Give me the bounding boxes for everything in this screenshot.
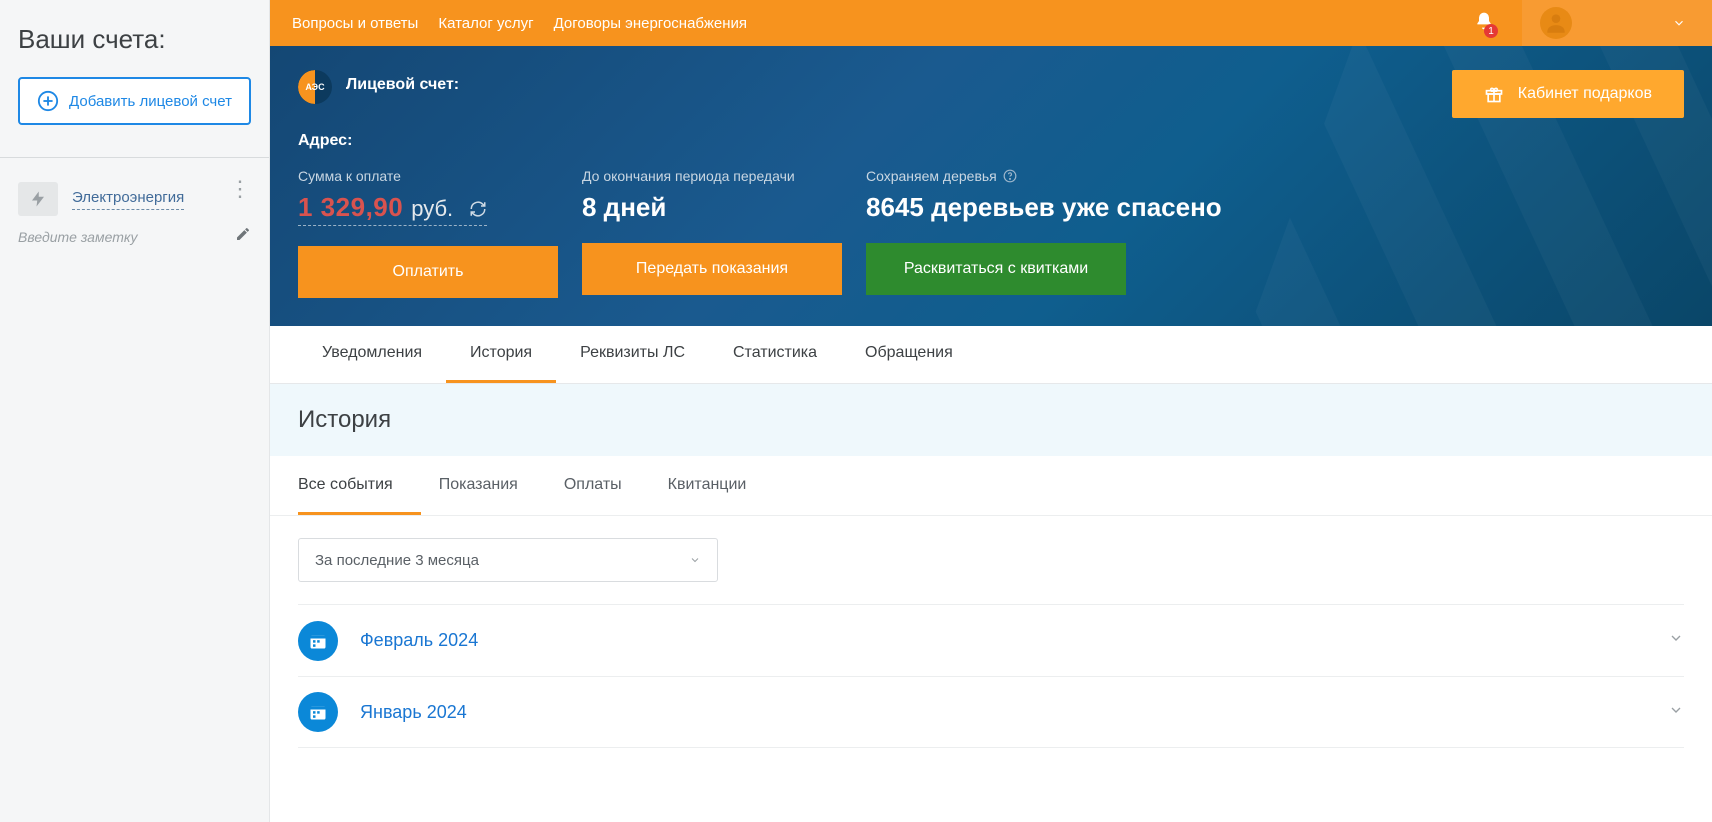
month-row[interactable]: Февраль 2024 bbox=[298, 604, 1684, 676]
topbar-link-catalog[interactable]: Каталог услуг bbox=[438, 15, 533, 32]
user-icon bbox=[1543, 10, 1569, 36]
avatar bbox=[1540, 7, 1572, 39]
trees-label: Сохраняем деревья bbox=[866, 168, 1684, 184]
plus-circle-icon bbox=[37, 90, 59, 112]
tab-statistics[interactable]: Статистика bbox=[709, 326, 841, 383]
days-label: До окончания периода передачи bbox=[582, 168, 866, 184]
subtab-all[interactable]: Все события bbox=[298, 456, 421, 515]
pencil-icon bbox=[235, 226, 251, 242]
month-label: Январь 2024 bbox=[360, 702, 467, 723]
refresh-button[interactable] bbox=[469, 200, 487, 223]
company-logo: АЭС bbox=[298, 70, 332, 104]
tab-appeals[interactable]: Обращения bbox=[841, 326, 977, 383]
calendar-icon bbox=[298, 621, 338, 661]
notifications-button[interactable]: 1 bbox=[1474, 10, 1494, 36]
trees-value: 8645 деревьев уже спасено bbox=[866, 192, 1684, 223]
tab-history[interactable]: История bbox=[446, 326, 556, 383]
pay-button[interactable]: Оплатить bbox=[298, 246, 558, 298]
receipts-button[interactable]: Расквитаться с квитками bbox=[866, 243, 1126, 295]
submit-readings-button[interactable]: Передать показания bbox=[582, 243, 842, 295]
topbar: Вопросы и ответы Каталог услуг Договоры … bbox=[270, 0, 1712, 46]
main: Вопросы и ответы Каталог услуг Договоры … bbox=[270, 0, 1712, 822]
add-account-button[interactable]: Добавить лицевой счет bbox=[18, 77, 251, 125]
gift-icon bbox=[1484, 84, 1504, 104]
gifts-label: Кабинет подарков bbox=[1518, 85, 1652, 103]
calendar-icon bbox=[298, 692, 338, 732]
notification-badge: 1 bbox=[1484, 24, 1498, 38]
account-label: Лицевой счет: bbox=[346, 76, 459, 94]
account-hero: АЭС Лицевой счет: Кабинет подарков Адрес… bbox=[270, 46, 1712, 326]
topbar-link-contracts[interactable]: Договоры энергоснабжения bbox=[554, 15, 747, 32]
subtab-receipts[interactable]: Квитанции bbox=[668, 456, 775, 515]
sidebar: Ваши счета: Добавить лицевой счет Электр… bbox=[0, 0, 270, 822]
main-tabs: Уведомления История Реквизиты ЛС Статист… bbox=[270, 326, 1712, 384]
chevron-down-icon bbox=[1668, 630, 1684, 651]
tab-notifications[interactable]: Уведомления bbox=[298, 326, 446, 383]
topbar-links: Вопросы и ответы Каталог услуг Договоры … bbox=[292, 15, 747, 32]
add-account-label: Добавить лицевой счет bbox=[69, 93, 232, 110]
account-item: Электроэнергия ⋮ Введите заметку bbox=[18, 178, 251, 255]
gifts-button[interactable]: Кабинет подарков bbox=[1452, 70, 1684, 118]
amount-currency: руб. bbox=[411, 196, 453, 222]
sidebar-title: Ваши счета: bbox=[18, 24, 251, 55]
note-placeholder: Введите заметку bbox=[18, 229, 227, 245]
months-list: Февраль 2024 Январь 2024 bbox=[270, 604, 1712, 748]
electricity-icon bbox=[18, 182, 58, 216]
topbar-link-faq[interactable]: Вопросы и ответы bbox=[292, 15, 418, 32]
subtab-payments[interactable]: Оплаты bbox=[564, 456, 650, 515]
month-label: Февраль 2024 bbox=[360, 630, 478, 651]
chevron-down-icon bbox=[689, 554, 701, 566]
refresh-icon bbox=[469, 200, 487, 218]
account-name-link[interactable]: Электроэнергия bbox=[72, 189, 184, 210]
chevron-down-icon bbox=[1672, 16, 1686, 30]
filter-row: За последние 3 месяца bbox=[270, 516, 1712, 604]
account-kebab-menu[interactable]: ⋮ bbox=[229, 178, 251, 200]
account-note-row: Введите заметку bbox=[18, 226, 251, 247]
help-icon[interactable] bbox=[1003, 169, 1017, 183]
period-select[interactable]: За последние 3 месяца bbox=[298, 538, 718, 582]
history-subtabs: Все события Показания Оплаты Квитанции bbox=[270, 456, 1712, 516]
subtab-readings[interactable]: Показания bbox=[439, 456, 546, 515]
history-title: История bbox=[270, 384, 1712, 456]
user-menu[interactable] bbox=[1522, 0, 1712, 46]
address-label: Адрес: bbox=[298, 132, 1684, 150]
days-value: 8 дней bbox=[582, 192, 866, 223]
amount-value: 1 329,90 bbox=[298, 192, 403, 223]
month-row[interactable]: Январь 2024 bbox=[298, 676, 1684, 748]
amount-due: 1 329,90 руб. bbox=[298, 192, 487, 226]
account-row: Электроэнергия bbox=[18, 182, 251, 216]
sum-label: Сумма к оплате bbox=[298, 168, 582, 184]
period-value: За последние 3 месяца bbox=[315, 552, 479, 569]
tab-requisites[interactable]: Реквизиты ЛС bbox=[556, 326, 709, 383]
chevron-down-icon bbox=[1668, 702, 1684, 723]
divider bbox=[0, 157, 269, 158]
edit-note-button[interactable] bbox=[235, 226, 251, 247]
